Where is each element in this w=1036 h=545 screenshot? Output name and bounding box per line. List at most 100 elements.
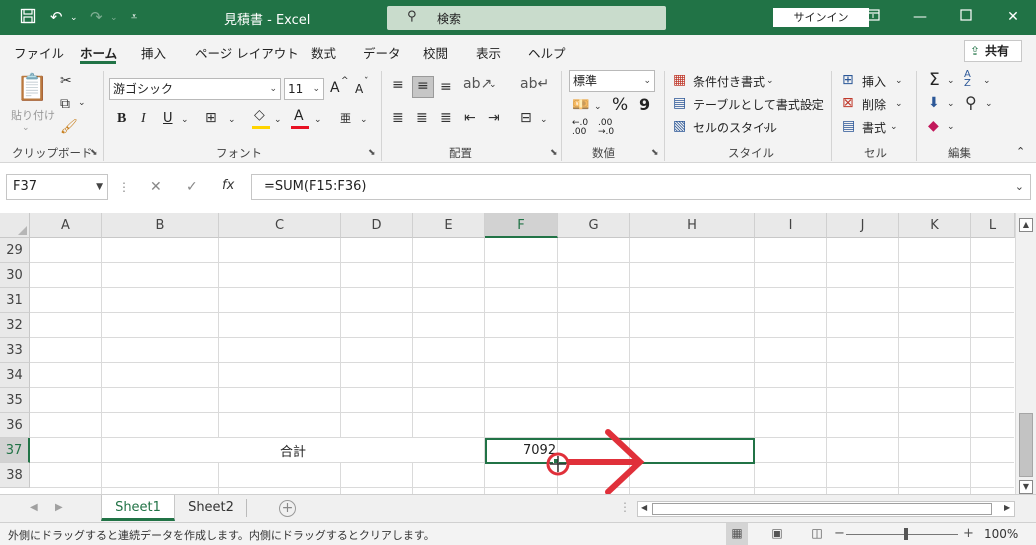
chevron-down-icon[interactable]: ⌄ xyxy=(985,99,993,109)
drag-handle-icon[interactable]: ⋮ xyxy=(619,500,631,514)
decrease-indent-icon[interactable]: ⇤ xyxy=(464,110,476,126)
confirm-entry-icon[interactable]: ✓ xyxy=(186,179,198,195)
tab-page-layout[interactable]: ページ レイアウト xyxy=(195,43,299,62)
format-painter-icon[interactable]: 🖌 xyxy=(60,119,78,135)
italic-button[interactable]: I xyxy=(141,111,146,127)
zoom-in-button[interactable]: + xyxy=(963,526,974,541)
borders-icon[interactable]: ⊞ xyxy=(205,110,217,126)
format-cells-button[interactable]: 書式 xyxy=(862,119,886,136)
sort-filter-button[interactable]: A Z xyxy=(964,70,978,89)
chevron-down-icon[interactable]: ⌄ xyxy=(360,115,368,125)
phonetic-button[interactable]: 亜 xyxy=(340,110,351,126)
ribbon-display-icon[interactable] xyxy=(858,6,888,28)
row-header-selected[interactable]: 37 xyxy=(0,438,30,463)
row-header[interactable]: 30 xyxy=(0,263,30,288)
formula-input[interactable]: =SUM(F15:F36) ⌄ xyxy=(251,174,1031,200)
wrap-text-icon[interactable]: ab↵ xyxy=(520,76,549,92)
format-as-table-button[interactable]: テーブルとして書式設定 xyxy=(693,96,824,113)
font-launcher-icon[interactable]: ⬊ xyxy=(368,148,376,158)
number-launcher-icon[interactable]: ⬊ xyxy=(651,148,659,158)
increase-indent-icon[interactable]: ⇥ xyxy=(488,110,500,126)
copy-icon[interactable]: ⧉ xyxy=(60,96,70,112)
column-header[interactable]: H xyxy=(630,213,755,238)
column-header[interactable]: K xyxy=(899,213,971,238)
share-button[interactable]: ⇪ 共有 xyxy=(964,40,1022,62)
chevron-down-icon[interactable]: ⌄ xyxy=(947,76,955,86)
find-select-icon[interactable]: ⚲ xyxy=(965,93,977,112)
format-as-table-icon[interactable]: ▤ xyxy=(673,95,686,111)
font-size-select[interactable]: 11 ⌄ xyxy=(284,78,324,100)
row-header[interactable]: 33 xyxy=(0,338,30,363)
page-break-view-icon[interactable]: ◫ xyxy=(806,523,828,545)
select-all-button[interactable] xyxy=(0,213,30,238)
tab-formulas[interactable]: 数式 xyxy=(311,43,336,62)
chevron-down-icon[interactable]: ⌄ xyxy=(762,122,770,132)
font-name-select[interactable]: 游ゴシック ⌄ xyxy=(109,78,281,100)
decrease-decimal-button[interactable]: .00 →.0 xyxy=(598,119,622,137)
cell-styles-icon[interactable]: ▧ xyxy=(673,118,686,134)
zoom-slider[interactable] xyxy=(846,534,958,535)
add-sheet-icon[interactable]: + xyxy=(279,500,296,517)
redo-dropdown-icon[interactable]: ⌄ xyxy=(110,13,118,23)
prev-sheet-icon[interactable]: ◀ xyxy=(30,502,38,513)
tab-insert[interactable]: 挿入 xyxy=(141,43,166,62)
clear-icon[interactable]: ◆ xyxy=(928,118,939,134)
scroll-left-icon[interactable]: ◀ xyxy=(641,503,647,512)
clipboard-launcher-icon[interactable]: ⬊ xyxy=(90,148,98,158)
worksheet-grid[interactable]: A B C D E F G H I J K L 29 30 31 32 33 3… xyxy=(0,213,1036,494)
underline-button[interactable]: U xyxy=(163,111,173,126)
cut-icon[interactable]: ✂ xyxy=(60,73,72,89)
chevron-down-icon[interactable]: ⌄ xyxy=(808,99,816,109)
conditional-format-button[interactable]: 条件付き書式 xyxy=(693,73,765,90)
row-header[interactable]: 36 xyxy=(0,413,30,438)
fill-color-icon[interactable]: ◇ xyxy=(254,107,265,123)
chevron-down-icon[interactable]: ⌄ xyxy=(947,99,955,109)
chevron-down-icon[interactable]: ⌄ xyxy=(540,115,548,125)
merge-center-icon[interactable]: ⊟ xyxy=(520,110,532,126)
row-header[interactable]: 29 xyxy=(0,238,30,263)
row-header[interactable]: 34 xyxy=(0,363,30,388)
percent-button[interactable]: % xyxy=(612,95,628,115)
row-header[interactable]: 31 xyxy=(0,288,30,313)
paste-icon[interactable]: 📋 xyxy=(16,73,48,103)
chevron-down-icon[interactable]: ⌄ xyxy=(895,76,903,86)
paste-label[interactable]: 貼り付け xyxy=(11,107,55,123)
increase-decimal-button[interactable]: ←.0 .00 xyxy=(572,119,596,137)
undo-dropdown-icon[interactable]: ⌄ xyxy=(70,13,78,23)
scroll-down-icon[interactable]: ▼ xyxy=(1019,480,1033,494)
column-header[interactable]: D xyxy=(341,213,413,238)
chevron-down-icon[interactable]: ⌄ xyxy=(947,122,955,132)
maximize-icon[interactable] xyxy=(951,6,981,28)
format-cells-icon[interactable]: ▤ xyxy=(842,118,855,134)
collapse-ribbon-icon[interactable]: ⌃ xyxy=(1016,145,1025,158)
cell-c37[interactable]: 合計 xyxy=(280,441,306,460)
zoom-out-button[interactable]: − xyxy=(834,526,845,541)
column-header[interactable]: C xyxy=(219,213,341,238)
align-bottom-icon[interactable]: ≡ xyxy=(440,79,452,95)
row-header[interactable]: 35 xyxy=(0,388,30,413)
undo-icon[interactable]: ↶ xyxy=(50,8,63,26)
chevron-down-icon[interactable]: ⌄ xyxy=(594,102,602,112)
shrink-font-button[interactable]: A xyxy=(355,82,363,96)
tab-view[interactable]: 表示 xyxy=(476,43,501,62)
comma-button[interactable]: 9 xyxy=(639,95,650,114)
column-header[interactable]: A xyxy=(30,213,102,238)
insert-function-icon[interactable]: fx xyxy=(222,178,234,193)
page-layout-view-icon[interactable]: ▣ xyxy=(766,523,788,545)
align-center-icon[interactable]: ≣ xyxy=(416,110,428,126)
scroll-thumb[interactable] xyxy=(1019,413,1033,477)
conditional-format-icon[interactable]: ▦ xyxy=(673,72,686,88)
scroll-thumb[interactable] xyxy=(652,503,992,515)
tab-review[interactable]: 校閲 xyxy=(423,43,448,62)
align-top-icon[interactable]: ≡ xyxy=(392,77,404,93)
column-header[interactable]: E xyxy=(413,213,485,238)
sheet-tab-sheet2[interactable]: Sheet2 xyxy=(176,495,246,521)
column-header[interactable]: J xyxy=(827,213,899,238)
zoom-slider-thumb[interactable] xyxy=(904,528,908,540)
cancel-entry-icon[interactable]: ✕ xyxy=(150,179,162,195)
align-right-icon[interactable]: ≣ xyxy=(440,110,452,126)
expand-formula-icon[interactable]: ⌄ xyxy=(1015,175,1024,199)
chevron-down-icon[interactable]: ⌄ xyxy=(890,122,898,132)
column-header[interactable]: I xyxy=(755,213,827,238)
drag-handle-icon[interactable]: ⋮ xyxy=(118,180,130,194)
